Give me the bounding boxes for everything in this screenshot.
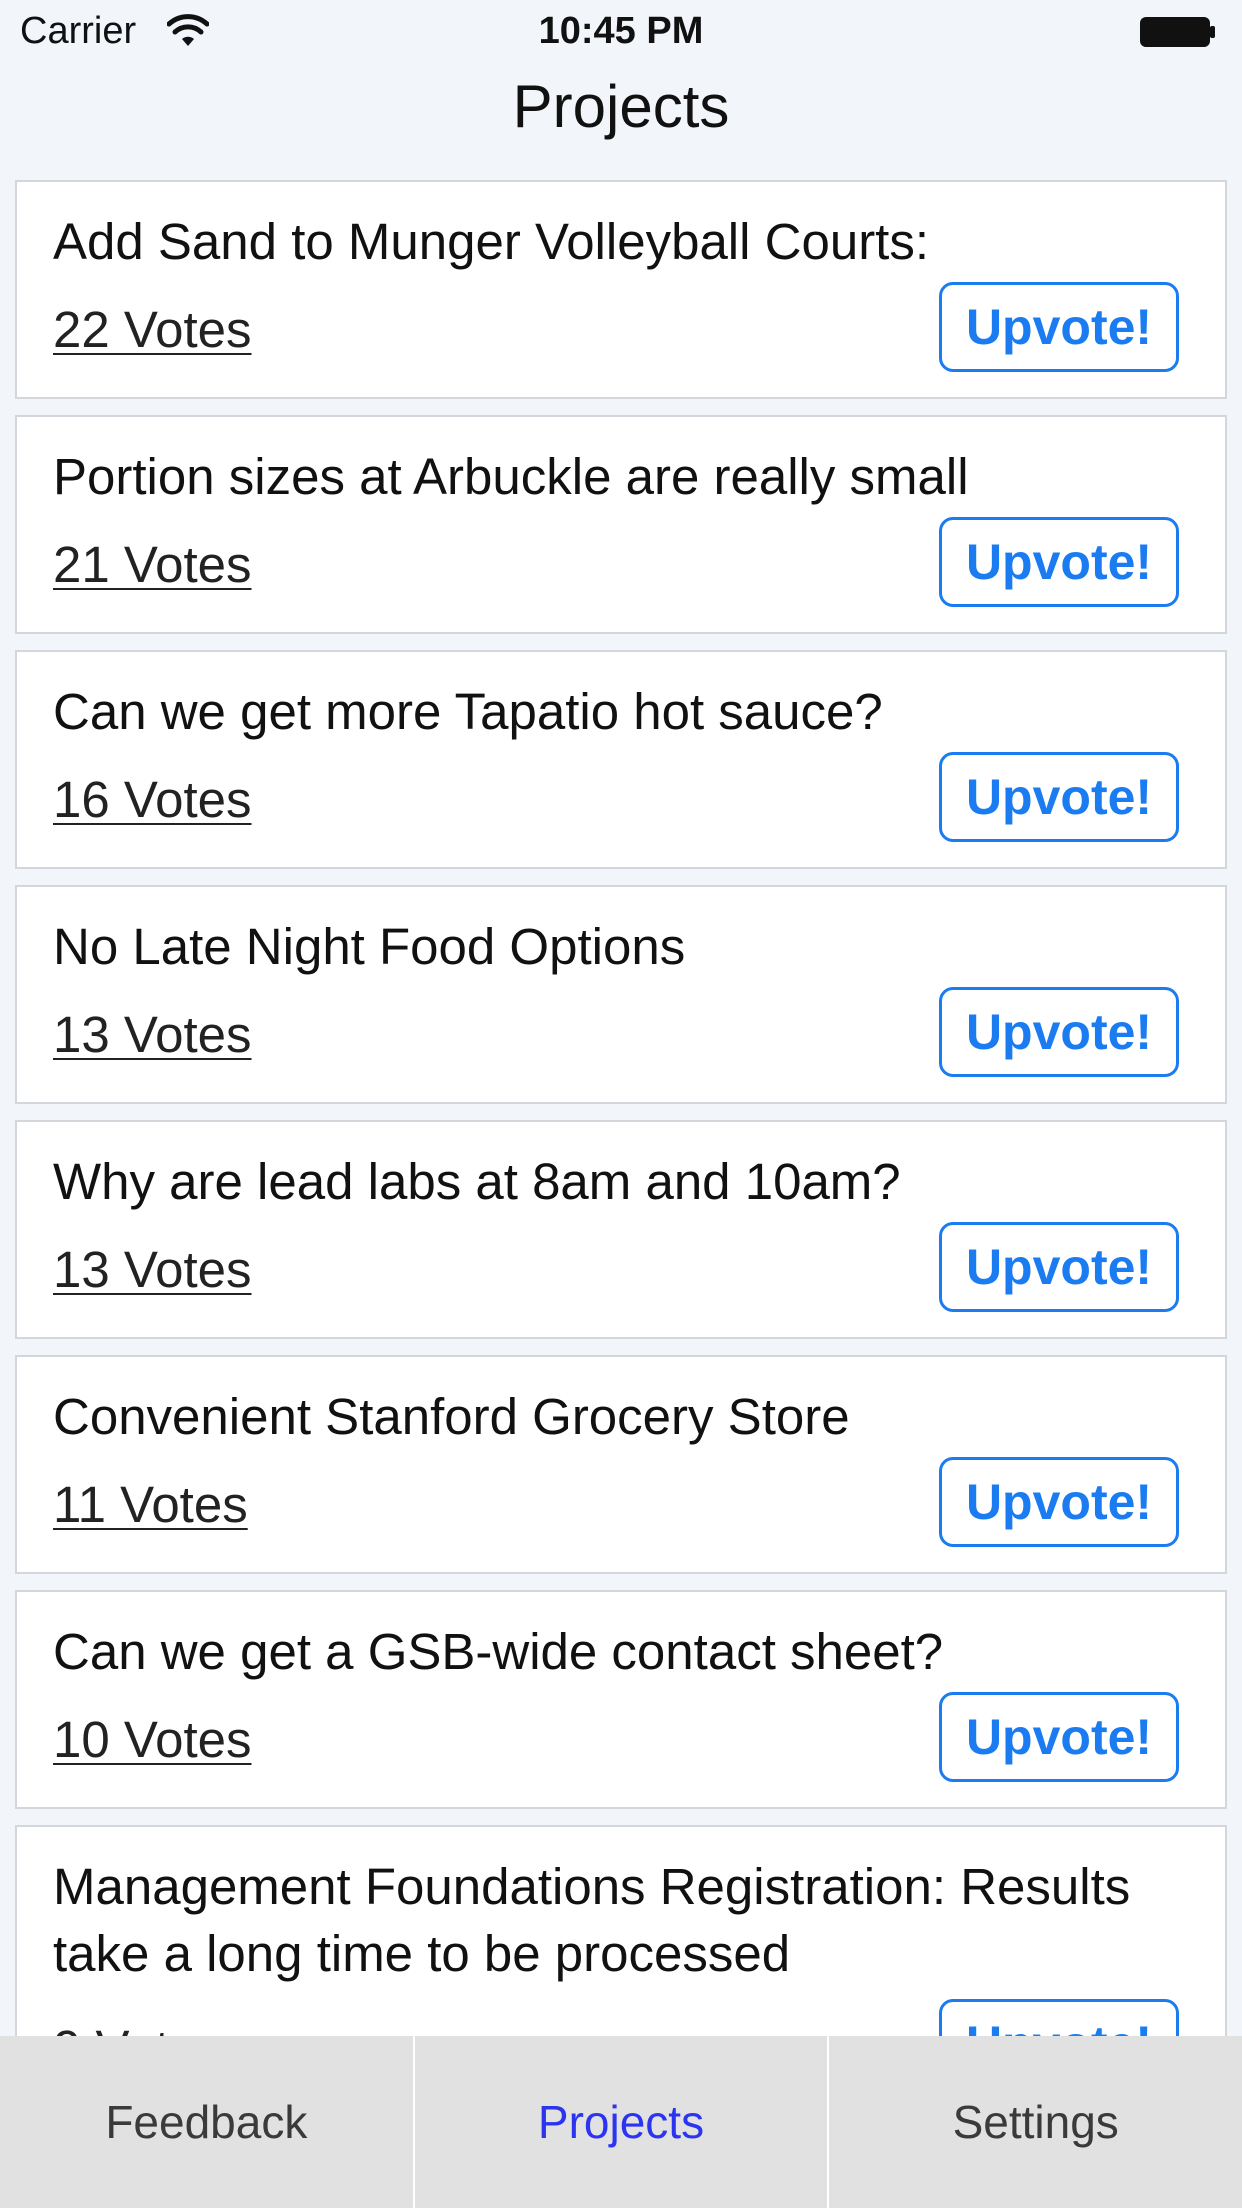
vote-count: 10 Votes: [53, 1711, 252, 1768]
project-title: Can we get more Tapatio hot sauce?: [53, 683, 883, 740]
vote-count: 13 Votes: [53, 1006, 252, 1063]
status-time: 10:45 PM: [538, 10, 704, 52]
project-card: Add Sand to Munger Volleyball Courts: 22…: [15, 180, 1227, 399]
vote-count: 9 Votes: [53, 2019, 223, 2036]
upvote-button[interactable]: Upvote!: [939, 1999, 1179, 2036]
upvote-button[interactable]: Upvote!: [939, 1222, 1179, 1312]
vote-count: 21 Votes: [53, 536, 252, 593]
project-list[interactable]: Add Sand to Munger Volleyball Courts: 22…: [15, 180, 1227, 2036]
project-title: Can we get a GSB-wide contact sheet?: [53, 1623, 944, 1680]
tab-feedback[interactable]: Feedback: [0, 2036, 413, 2208]
vote-count: 16 Votes: [53, 771, 252, 828]
upvote-button[interactable]: Upvote!: [939, 752, 1179, 842]
upvote-button[interactable]: Upvote!: [939, 1457, 1179, 1547]
tab-projects[interactable]: Projects: [412, 2036, 828, 2208]
project-title: Why are lead labs at 8am and 10am?: [53, 1153, 901, 1210]
project-title: No Late Night Food Options: [53, 918, 686, 975]
vote-count: 13 Votes: [53, 1241, 252, 1298]
project-card: No Late Night Food Options 13 Votes Upvo…: [15, 885, 1227, 1104]
upvote-button[interactable]: Upvote!: [939, 1692, 1179, 1782]
project-card: Portion sizes at Arbuckle are really sma…: [15, 415, 1227, 634]
project-title: Management Foundations Registration: Res…: [53, 1858, 1131, 1982]
project-card: Why are lead labs at 8am and 10am? 13 Vo…: [15, 1120, 1227, 1339]
status-bar: Carrier 10:45 PM: [0, 0, 1242, 62]
battery-full-icon: [1140, 17, 1215, 47]
project-card: Can we get a GSB-wide contact sheet? 10 …: [15, 1590, 1227, 1809]
upvote-button[interactable]: Upvote!: [939, 987, 1179, 1077]
upvote-button[interactable]: Upvote!: [939, 282, 1179, 372]
tab-bar: Feedback Projects Settings: [0, 2036, 1242, 2208]
project-card: Convenient Stanford Grocery Store 11 Vot…: [15, 1355, 1227, 1574]
project-card: Can we get more Tapatio hot sauce? 16 Vo…: [15, 650, 1227, 869]
project-title: Add Sand to Munger Volleyball Courts:: [53, 213, 930, 270]
project-title: Portion sizes at Arbuckle are really sma…: [53, 448, 969, 505]
page-title: Projects: [512, 73, 730, 140]
project-title: Convenient Stanford Grocery Store: [53, 1388, 850, 1445]
vote-count: 11 Votes: [53, 1476, 248, 1533]
vote-count: 22 Votes: [53, 301, 252, 358]
project-card: Management Foundations Registration: Res…: [15, 1825, 1227, 2036]
tab-settings[interactable]: Settings: [827, 2036, 1242, 2208]
upvote-button[interactable]: Upvote!: [939, 517, 1179, 607]
